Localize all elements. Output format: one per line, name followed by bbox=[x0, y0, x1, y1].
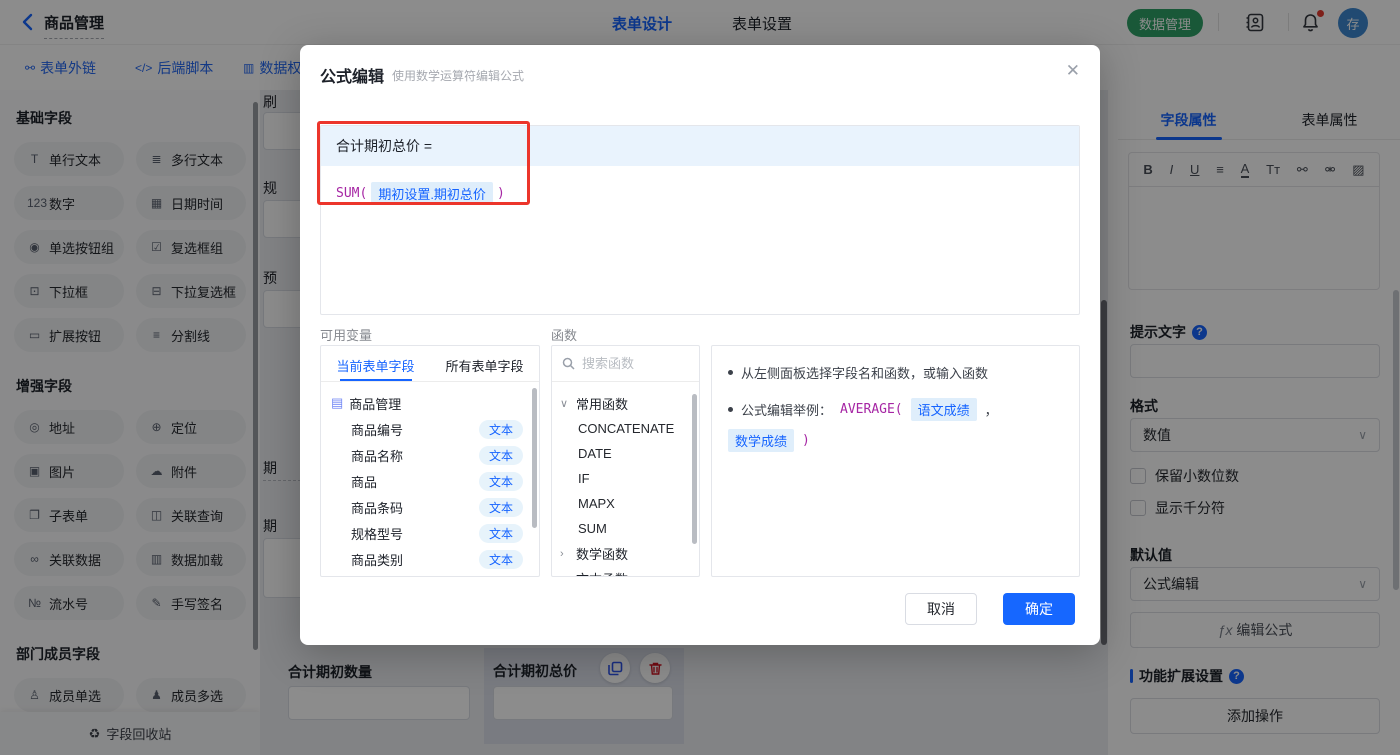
variable-type-badge: 文本 bbox=[478, 549, 523, 569]
modal-title: 公式编辑 bbox=[320, 69, 385, 86]
tab-all-form-fields[interactable]: 所有表单字段 bbox=[430, 346, 539, 381]
variables-label: 可用变量 bbox=[320, 328, 373, 343]
function-group-common[interactable]: ∨ 常用函数 bbox=[560, 391, 695, 416]
variables-panel: 当前表单字段 所有表单字段 ▤ 商品管理 商品编号 文本 商品名称 文本 商品 … bbox=[320, 345, 540, 577]
function-item[interactable]: DATE bbox=[560, 441, 695, 466]
formula-editor-box[interactable]: 合计期初总价 = SUM( 期初设置.期初总价 ) bbox=[320, 125, 1080, 315]
formula-expression[interactable]: SUM( 期初设置.期初总价 ) bbox=[321, 166, 1079, 221]
function-group-math[interactable]: › 数学函数 bbox=[560, 541, 695, 566]
hint-text: 从左侧面板选择字段名和函数，或输入函数 bbox=[741, 366, 989, 381]
function-item[interactable]: SUM bbox=[560, 516, 695, 541]
function-group-label: 常用函数 bbox=[576, 397, 629, 412]
variables-tree: ▤ 商品管理 商品编号 文本 商品名称 文本 商品 文本 商品条码 文本 规格型… bbox=[321, 382, 539, 572]
variables-scrollbar[interactable] bbox=[532, 388, 537, 528]
hints-panel: 从左侧面板选择字段名和函数，或输入函数 公式编辑举例： AVERAGE( 语文成… bbox=[711, 345, 1080, 577]
hint-example-prefix: 公式编辑举例： bbox=[741, 403, 833, 418]
variable-name: 商品条码 bbox=[351, 500, 404, 516]
caret-down-icon: ∨ bbox=[560, 398, 569, 410]
function-group-label: 数学函数 bbox=[576, 547, 629, 562]
variable-item[interactable]: 规格型号 文本 bbox=[331, 520, 533, 546]
variable-item[interactable]: 商品类别 文本 bbox=[331, 546, 533, 572]
variable-type-badge: 文本 bbox=[478, 419, 523, 439]
variable-name: 商品类别 bbox=[351, 552, 404, 568]
formula-editor-modal: 公式编辑 使用数学运算符编辑公式 ✕ 合计期初总价 = SUM( 期初设置.期初… bbox=[300, 45, 1100, 645]
variable-type-badge: 文本 bbox=[478, 471, 523, 491]
variable-item[interactable]: 商品条码 文本 bbox=[331, 494, 533, 520]
bullet-icon bbox=[728, 370, 733, 375]
function-item[interactable]: MAPX bbox=[560, 491, 695, 516]
modal-footer: 取消 确定 bbox=[905, 593, 1075, 625]
variables-tabs: 当前表单字段 所有表单字段 bbox=[321, 346, 539, 382]
function-search bbox=[552, 346, 699, 382]
variables-list: 商品编号 文本 商品名称 文本 商品 文本 商品条码 文本 规格型号 文本 商品… bbox=[331, 416, 533, 572]
variable-name: 商品名称 bbox=[351, 448, 404, 464]
caret-right-icon: › bbox=[560, 547, 564, 560]
caret-right-icon: › bbox=[560, 573, 570, 577]
hint-example-separator: ， bbox=[984, 403, 998, 418]
function-item[interactable]: CONCATENATE bbox=[560, 416, 695, 441]
function-item[interactable]: IF bbox=[560, 466, 695, 491]
tab-current-form-fields[interactable]: 当前表单字段 bbox=[321, 346, 430, 381]
functions-scrollbar[interactable] bbox=[692, 394, 697, 544]
functions-list: CONCATENATE DATE IF MAPX SUM bbox=[560, 416, 695, 541]
function-group-label: 文本函数 bbox=[576, 569, 628, 576]
variable-item[interactable]: 商品编号 文本 bbox=[331, 416, 533, 442]
functions-tree: ∨ 常用函数 CONCATENATEDATEIFMAPXSUM › 数学函数 ›… bbox=[552, 382, 699, 577]
modal-subtitle: 使用数学运算符编辑公式 bbox=[392, 69, 525, 83]
form-doc-icon: ▤ bbox=[331, 395, 344, 410]
hint-line-1: 从左侧面板选择字段名和函数，或输入函数 bbox=[728, 363, 1063, 382]
functions-panel: ∨ 常用函数 CONCATENATEDATEIFMAPXSUM › 数学函数 ›… bbox=[551, 345, 700, 577]
formula-function-close: ) bbox=[496, 186, 505, 201]
formula-target-row: 合计期初总价 = bbox=[321, 126, 1079, 166]
formula-field-chip[interactable]: 期初设置.期初总价 bbox=[371, 182, 493, 205]
hint-example-chip: 语文成绩 bbox=[910, 398, 977, 421]
variable-name: 规格型号 bbox=[351, 526, 404, 542]
bullet-icon bbox=[728, 407, 733, 412]
functions-label: 函数 bbox=[551, 328, 578, 343]
confirm-button[interactable]: 确定 bbox=[1003, 593, 1075, 625]
variable-item[interactable]: 商品 文本 bbox=[331, 468, 533, 494]
variable-name: 商品编号 bbox=[351, 422, 404, 438]
cancel-button[interactable]: 取消 bbox=[905, 593, 977, 625]
variable-item[interactable]: 商品名称 文本 bbox=[331, 442, 533, 468]
close-icon[interactable]: ✕ bbox=[1066, 61, 1080, 81]
hint-example-close: ) bbox=[802, 433, 810, 448]
variable-type-badge: 文本 bbox=[478, 445, 523, 465]
hint-example-function: AVERAGE( bbox=[840, 402, 903, 417]
variable-type-badge: 文本 bbox=[478, 523, 523, 543]
variable-type-badge: 文本 bbox=[478, 497, 523, 517]
tree-root-item[interactable]: ▤ 商品管理 bbox=[331, 390, 533, 416]
hint-line-2: 公式编辑举例： AVERAGE( 语文成绩 ， 数学成绩 ) bbox=[728, 398, 1063, 452]
hint-example-chip: 数学成绩 bbox=[728, 429, 795, 452]
function-group-text[interactable]: › 文本函数 bbox=[560, 566, 695, 577]
function-search-input[interactable] bbox=[582, 356, 677, 371]
variable-name: 商品 bbox=[351, 474, 378, 490]
tree-root-label: 商品管理 bbox=[349, 396, 402, 412]
formula-function-open: SUM( bbox=[336, 186, 368, 201]
search-icon bbox=[562, 357, 575, 370]
formula-target-text: 合计期初总价 = bbox=[336, 138, 433, 154]
